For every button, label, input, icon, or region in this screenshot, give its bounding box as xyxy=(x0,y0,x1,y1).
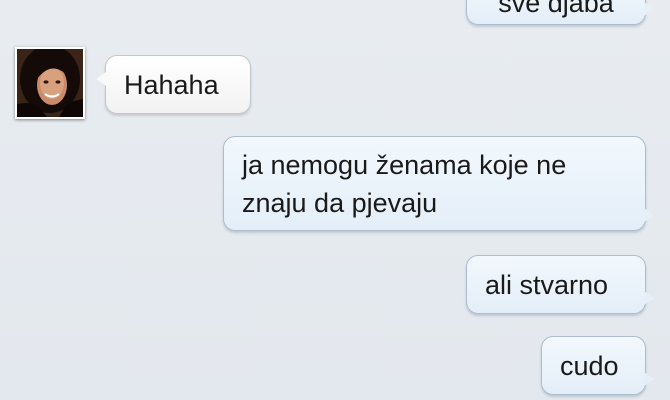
outgoing-message-bubble[interactable]: ja nemogu ženama koje ne znaju da pjevaj… xyxy=(223,136,654,231)
outgoing-message-bubble[interactable]: cudo xyxy=(541,336,654,395)
incoming-message-bubble[interactable]: Hahaha xyxy=(96,55,251,114)
message-text: ali stvarno xyxy=(485,270,609,300)
outgoing-message-bubble[interactable]: sve djaba xyxy=(466,0,654,25)
contact-avatar[interactable] xyxy=(15,47,85,119)
message-text-line: ja nemogu ženama koje ne xyxy=(242,150,567,180)
message-text-line: znaju da pjevaju xyxy=(242,188,438,218)
message-text: sve djaba xyxy=(498,0,614,18)
contact-photo-icon xyxy=(17,49,83,117)
outgoing-message-bubble[interactable]: ali stvarno xyxy=(466,255,654,314)
message-text: cudo xyxy=(560,351,619,381)
chat-thread[interactable]: sve djaba Hahaha ja nemogu ženama koje n… xyxy=(0,0,670,400)
message-text: Hahaha xyxy=(124,70,219,100)
